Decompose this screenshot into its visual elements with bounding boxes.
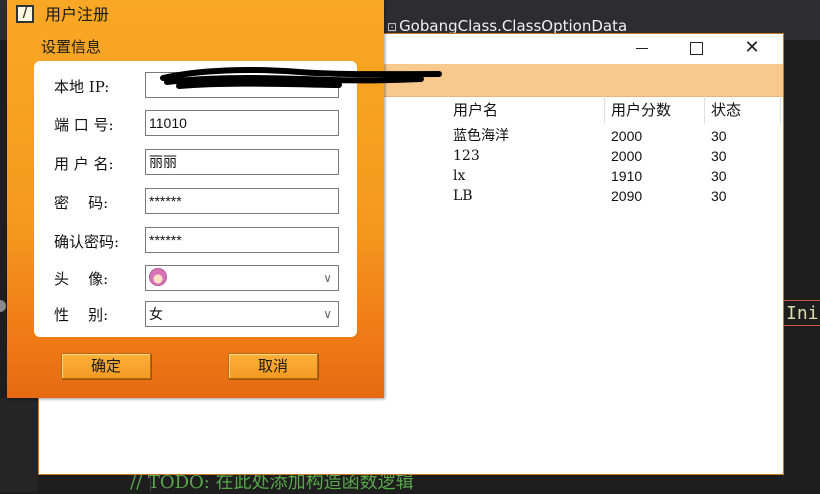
avatar-icon — [149, 268, 167, 286]
ide-comment-line: // TODO: 在此处添加构造函数逻辑 — [130, 472, 414, 493]
username-label: 用 户 名: — [54, 155, 114, 173]
ide-code-fragment: Ini — [783, 300, 820, 326]
chevron-down-icon: ∨ — [323, 271, 332, 285]
cell-username: LB — [453, 188, 473, 204]
settings-panel: 本地 IP: 端 口 号: 11010 用 户 名: 丽丽 密 码: *****… — [34, 61, 442, 337]
cell-status: 30 — [711, 168, 727, 184]
group-title: 设置信息 — [41, 38, 102, 56]
confirm-password-input[interactable]: ****** — [145, 227, 339, 253]
app-pencil-icon: / — [16, 5, 34, 23]
cell-score: 2000 — [611, 148, 643, 164]
cell-username: 蓝色海洋 — [453, 128, 509, 144]
ip-label: 本地 IP: — [54, 78, 110, 96]
cell-score: 1910 — [611, 168, 643, 184]
port-input[interactable]: 11010 — [145, 110, 339, 136]
maximize-button[interactable] — [673, 34, 719, 62]
breakpoint-marker — [0, 300, 6, 312]
gender-label: 性 别: — [54, 306, 109, 324]
cell-status: 30 — [711, 148, 727, 164]
maximize-icon — [689, 42, 703, 55]
dialog-titlebar[interactable]: / 用户注册 — [7, 0, 384, 30]
avatar-select[interactable]: ∨ — [145, 265, 339, 291]
user-list-view[interactable]: 用户名 用户分数 状态 蓝色海洋 2000 30 123 2000 30 lx … — [447, 96, 781, 256]
list-item[interactable]: 123 2000 30 — [447, 146, 781, 166]
list-item[interactable]: lx 1910 30 — [447, 166, 781, 186]
ide-editor-edge — [784, 40, 820, 492]
list-item[interactable]: 蓝色海洋 2000 30 — [447, 126, 781, 146]
cell-status: 30 — [711, 128, 727, 144]
port-label: 端 口 号: — [54, 116, 114, 134]
column-header-username[interactable]: 用户名 — [447, 96, 605, 124]
ide-gutter — [0, 398, 38, 492]
list-item[interactable]: LB 2090 30 — [447, 186, 781, 206]
ok-button[interactable]: 确定 — [61, 353, 151, 379]
password-input[interactable]: ****** — [145, 188, 339, 214]
password-label: 密 码: — [54, 194, 109, 212]
username-input[interactable]: 丽丽 — [145, 149, 339, 175]
ip-input[interactable] — [145, 72, 339, 98]
gender-select[interactable]: 女 ∨ — [145, 301, 339, 327]
column-header-status[interactable]: 状态 — [705, 96, 781, 124]
close-icon: ✕ — [744, 37, 760, 58]
dialog-title: 用户注册 — [45, 5, 110, 24]
cancel-button[interactable]: 取消 — [228, 353, 318, 379]
column-header-score[interactable]: 用户分数 — [605, 96, 705, 124]
minimize-icon — [636, 47, 648, 50]
gender-value: 女 — [149, 306, 163, 322]
avatar-label: 头 像: — [54, 270, 109, 288]
class-file-icon: ⊡ — [387, 20, 398, 34]
cell-score: 2090 — [611, 188, 643, 204]
cell-score: 2000 — [611, 128, 643, 144]
register-dialog: / 用户注册 设置信息 本地 IP: 端 口 号: 11010 用 户 名: 丽… — [7, 0, 442, 398]
minimize-button[interactable] — [619, 34, 665, 62]
confirm-password-label: 确认密码: — [54, 233, 120, 251]
close-button[interactable]: ✕ — [729, 34, 775, 62]
cell-username: lx — [453, 168, 466, 184]
chevron-down-icon: ∨ — [323, 307, 332, 321]
cell-username: 123 — [453, 148, 480, 164]
cell-status: 30 — [711, 188, 727, 204]
